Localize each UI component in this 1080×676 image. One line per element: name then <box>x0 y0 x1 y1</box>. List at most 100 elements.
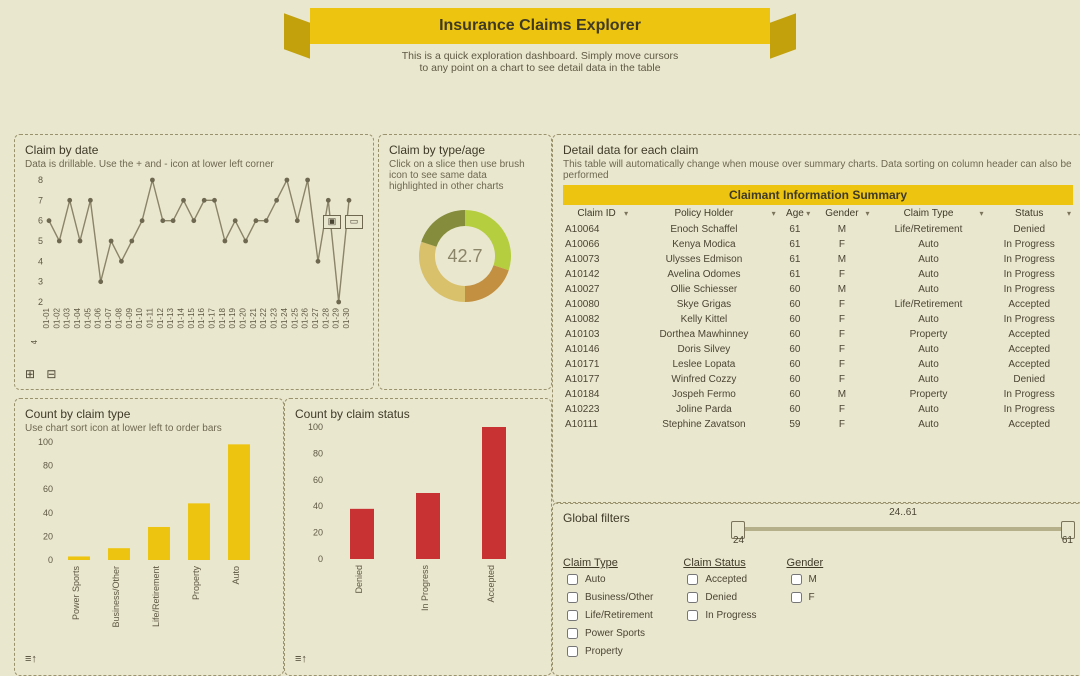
donut-chart-claim-by-type[interactable]: 42.7 <box>410 201 520 311</box>
svg-text:2014: 2014 <box>30 339 39 344</box>
panel-count-by-claim-type: Count by claim type Use chart sort icon … <box>14 398 284 676</box>
svg-text:01-20: 01-20 <box>239 307 248 328</box>
table-row[interactable]: A10103Dorthea Mawhinney60FPropertyAccept… <box>563 327 1073 342</box>
svg-text:40: 40 <box>43 508 53 518</box>
svg-text:0: 0 <box>48 555 53 565</box>
table-row[interactable]: A10146Doris Silvey60FAutoAccepted <box>563 342 1073 357</box>
table-row[interactable]: A10073Ulysses Edmison61MAutoIn Progress <box>563 252 1073 267</box>
filter-gender-m[interactable]: M <box>787 571 824 588</box>
table-row[interactable]: A10111Stephine Zavatson59FAutoAccepted <box>563 417 1073 432</box>
filter-claim-status-in-progress[interactable]: In Progress <box>683 607 756 624</box>
filter-claim-type-life-retirement[interactable]: Life/Retirement <box>563 607 653 624</box>
filter-claim-type-business-other[interactable]: Business/Other <box>563 589 653 606</box>
table-row[interactable]: A10066Kenya Modica61FAutoIn Progress <box>563 237 1073 252</box>
table-row[interactable]: A10142Avelina Odomes61FAutoIn Progress <box>563 267 1073 282</box>
panel-subtitle: Use chart sort icon at lower left to ord… <box>25 423 273 434</box>
checkbox[interactable] <box>567 592 578 603</box>
table-row[interactable]: A10027Ollie Schiesser60MAutoIn Progress <box>563 282 1073 297</box>
svg-text:01-26: 01-26 <box>301 307 310 328</box>
bar-chart-claim-status[interactable]: 020406080100DeniedIn ProgressAccepted <box>295 423 531 637</box>
filter-col-gender: Gender MF <box>787 557 824 661</box>
checkbox[interactable] <box>567 610 578 621</box>
table-row[interactable]: A10223Joline Parda60FAutoIn Progress <box>563 402 1073 417</box>
sort-icon[interactable]: ≡↑ <box>25 653 37 665</box>
table-header-claim type[interactable]: Claim Type <box>872 205 986 222</box>
page-title: Insurance Claims Explorer <box>310 8 770 44</box>
svg-text:01-22: 01-22 <box>259 307 268 328</box>
svg-text:01-08: 01-08 <box>114 307 123 328</box>
drill-icons[interactable]: ⊞ ⊟ <box>25 367 60 381</box>
filter-claim-status-accepted[interactable]: Accepted <box>683 571 756 588</box>
svg-text:01-04: 01-04 <box>73 307 82 328</box>
svg-text:01-18: 01-18 <box>218 307 227 328</box>
svg-text:60: 60 <box>313 475 323 485</box>
svg-text:3: 3 <box>38 277 43 287</box>
filter-header: Claim Type <box>563 557 653 569</box>
table-header-policy holder[interactable]: Policy Holder <box>630 205 777 222</box>
table-row[interactable]: A10184Jospeh Fermo60MPropertyIn Progress <box>563 387 1073 402</box>
checkbox[interactable] <box>687 592 698 603</box>
claimant-table: Claim IDPolicy HolderAgeGenderClaim Type… <box>563 205 1073 432</box>
svg-text:01-05: 01-05 <box>83 307 92 328</box>
svg-text:01-01: 01-01 <box>42 307 51 328</box>
svg-text:40: 40 <box>313 501 323 511</box>
table-header-age[interactable]: Age <box>778 205 813 222</box>
svg-text:01-12: 01-12 <box>156 307 165 328</box>
checkbox[interactable] <box>687 574 698 585</box>
chart-toggle-icon[interactable]: ▭ <box>345 215 363 229</box>
bar-chart-claim-type[interactable]: 020406080100Power SportsBusiness/OtherLi… <box>25 438 263 638</box>
filter-col-claim-type: Claim Type AutoBusiness/OtherLife/Retire… <box>563 557 653 661</box>
table-band: Claimant Information Summary <box>563 185 1073 205</box>
svg-text:5: 5 <box>38 236 43 246</box>
table-row[interactable]: A10080Skye Grigas60FLife/RetirementAccep… <box>563 297 1073 312</box>
checkbox[interactable] <box>567 574 578 585</box>
svg-text:20: 20 <box>43 531 53 541</box>
table-header-claim id[interactable]: Claim ID <box>563 205 630 222</box>
age-slider-fill <box>733 527 1073 531</box>
checkbox[interactable] <box>791 574 802 585</box>
panel-title: Detail data for each claim <box>563 143 1073 157</box>
panel-title: Claim by type/age <box>389 143 541 157</box>
panel-claim-by-type-age: Claim by type/age Click on a slice then … <box>378 134 552 390</box>
table-row[interactable]: A10171Leslee Lopata60FAutoAccepted <box>563 357 1073 372</box>
checkbox[interactable] <box>567 628 578 639</box>
panel-title: Count by claim status <box>295 407 541 421</box>
svg-text:60: 60 <box>43 484 53 494</box>
panel-title: Global filters <box>563 511 733 525</box>
slider-min: 24 <box>733 535 744 546</box>
filter-claim-status-denied[interactable]: Denied <box>683 589 756 606</box>
panel-title: Count by claim type <box>25 407 273 421</box>
table-row[interactable]: A10064Enoch Schaffel61MLife/RetirementDe… <box>563 222 1073 237</box>
header-ribbon: Insurance Claims Explorer <box>310 8 770 44</box>
filter-claim-type-power-sports[interactable]: Power Sports <box>563 625 653 642</box>
svg-text:01-06: 01-06 <box>94 307 103 328</box>
checkbox[interactable] <box>687 610 698 621</box>
table-header-gender[interactable]: Gender <box>812 205 871 222</box>
line-chart-claim-by-date[interactable]: 234567801-0101-0201-0301-0401-0501-0601-… <box>25 174 355 344</box>
svg-text:Life/Retirement: Life/Retirement <box>151 566 161 628</box>
filter-claim-type-property[interactable]: Property <box>563 643 653 660</box>
svg-text:In Progress: In Progress <box>420 565 430 612</box>
checkbox[interactable] <box>791 592 802 603</box>
svg-text:42.7: 42.7 <box>447 246 482 266</box>
svg-text:01-03: 01-03 <box>63 307 72 328</box>
chart-toggle-icon[interactable]: ▣ <box>323 215 341 229</box>
table-header-status[interactable]: Status <box>985 205 1073 222</box>
svg-text:Property: Property <box>191 566 201 601</box>
svg-text:80: 80 <box>43 461 53 471</box>
table-row[interactable]: A10177Winfred Cozzy60FAutoDenied <box>563 372 1073 387</box>
svg-text:Business/Other: Business/Other <box>111 566 121 628</box>
table-row[interactable]: A10082Kelly Kittel60FAutoIn Progress <box>563 312 1073 327</box>
svg-text:80: 80 <box>313 448 323 458</box>
filter-claim-type-auto[interactable]: Auto <box>563 571 653 588</box>
filter-gender-f[interactable]: F <box>787 589 824 606</box>
svg-text:01-09: 01-09 <box>125 307 134 328</box>
svg-text:2: 2 <box>38 297 43 307</box>
svg-text:01-07: 01-07 <box>104 307 113 328</box>
sort-icon[interactable]: ≡↑ <box>295 653 307 665</box>
svg-text:Denied: Denied <box>354 565 364 594</box>
svg-text:01-02: 01-02 <box>52 307 61 328</box>
checkbox[interactable] <box>567 646 578 657</box>
svg-text:100: 100 <box>308 423 323 432</box>
svg-text:7: 7 <box>38 195 43 205</box>
